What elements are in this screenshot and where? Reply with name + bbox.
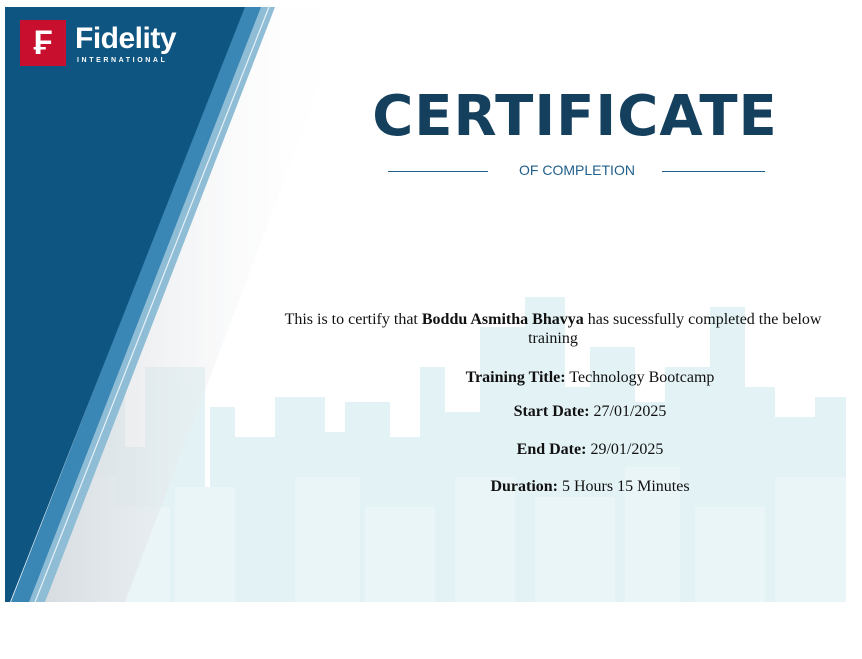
end-date-label: End Date: xyxy=(516,441,587,458)
training-title-value: Technology Bootcamp xyxy=(569,369,715,386)
certificate-page: ₣ Fidelity INTERNATIONAL CERTIFICATE OF … xyxy=(5,7,846,602)
fidelity-logo-mark: ₣ xyxy=(20,20,66,66)
duration-row: Duration: 5 Hours 15 Minutes xyxy=(335,478,845,496)
fidelity-logo-wordmark: Fidelity xyxy=(75,22,177,55)
subtitle-divider-left xyxy=(388,171,488,172)
fidelity-logo: ₣ Fidelity INTERNATIONAL xyxy=(20,20,180,80)
start-date-value: 27/01/2025 xyxy=(593,403,667,420)
fidelity-logo-tagline: INTERNATIONAL xyxy=(77,57,168,64)
training-title-row: Training Title: Technology Bootcamp xyxy=(335,369,845,387)
statement-prefix: This is to certify that xyxy=(284,311,418,328)
recipient-name: Boddu Asmitha Bhavya xyxy=(421,311,584,328)
certificate-subtitle: OF COMPLETION xyxy=(519,162,635,178)
subtitle-divider-right xyxy=(662,171,765,172)
training-title-label: Training Title: xyxy=(465,369,566,386)
certificate-title: CERTIFICATE xyxy=(372,84,778,149)
duration-label: Duration: xyxy=(490,478,558,495)
end-date-value: 29/01/2025 xyxy=(590,441,664,458)
certification-statement: This is to certify that Boddu Asmitha Bh… xyxy=(273,310,833,348)
start-date-row: Start Date: 27/01/2025 xyxy=(335,403,845,421)
end-date-row: End Date: 29/01/2025 xyxy=(335,441,845,459)
duration-value: 5 Hours 15 Minutes xyxy=(562,478,690,495)
certificate-subtitle-row: OF COMPLETION xyxy=(388,161,765,181)
start-date-label: Start Date: xyxy=(513,403,590,420)
